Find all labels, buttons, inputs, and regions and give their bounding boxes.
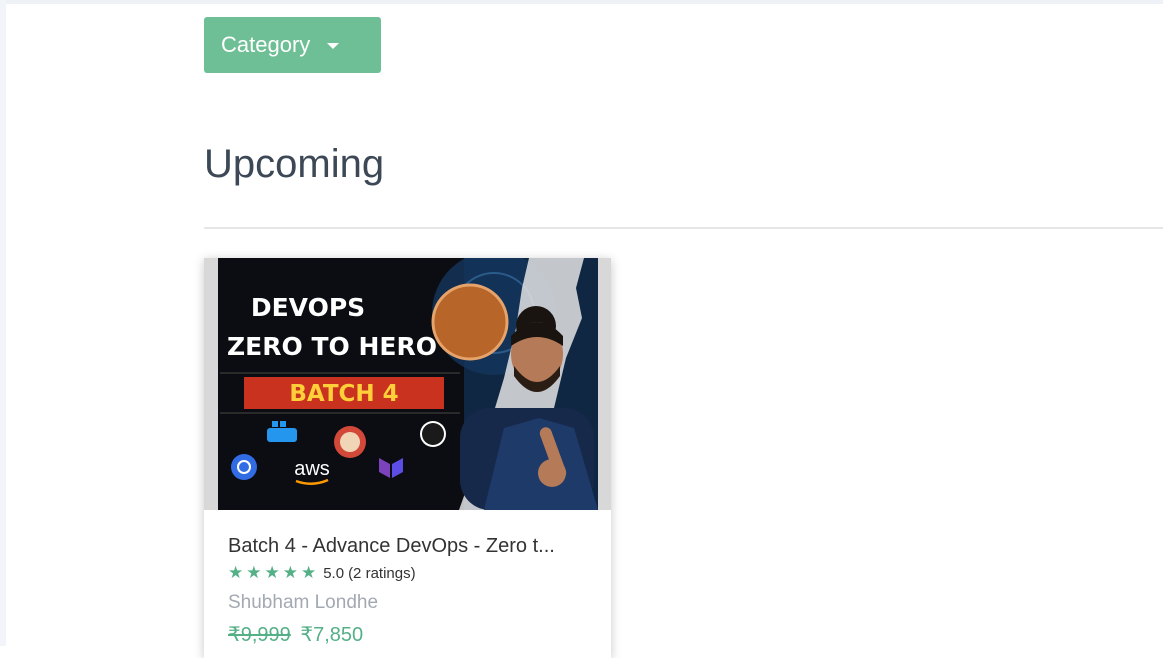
course-card[interactable]: DEVOPS ZERO TO HERO BATCH 4 aws Batch 4 … — [204, 258, 611, 658]
original-price: ₹9,999 — [228, 624, 291, 646]
course-thumbnail[interactable]: DEVOPS ZERO TO HERO BATCH 4 aws — [204, 258, 611, 510]
category-dropdown-button[interactable]: Category — [204, 17, 381, 73]
caret-down-icon — [327, 43, 340, 49]
section-divider — [204, 227, 1163, 229]
star-rating-icon: ★★★★★ — [228, 563, 320, 582]
top-edge — [0, 0, 1163, 4]
instructor-name: Shubham Londhe — [228, 592, 379, 613]
thumbnail-line-2: ZERO TO HERO — [227, 332, 437, 361]
thumbnail-line-1: DEVOPS — [251, 293, 365, 322]
left-edge — [0, 0, 6, 646]
price-row: ₹9,999 ₹7,850 — [228, 622, 363, 647]
rating-value: 5.0 — [323, 564, 345, 582]
section-title: Upcoming — [204, 142, 385, 186]
rating-count: (2 ratings) — [348, 564, 416, 582]
discounted-price: ₹7,850 — [300, 624, 364, 646]
aws-logo-text: aws — [294, 458, 330, 480]
thumbnail-line-3: BATCH 4 — [289, 381, 398, 407]
category-label: Category — [221, 32, 311, 57]
course-title[interactable]: Batch 4 - Advance DevOps - Zero t... — [228, 535, 593, 558]
course-rating: ★★★★★ 5.0 (2 ratings) — [228, 563, 416, 583]
